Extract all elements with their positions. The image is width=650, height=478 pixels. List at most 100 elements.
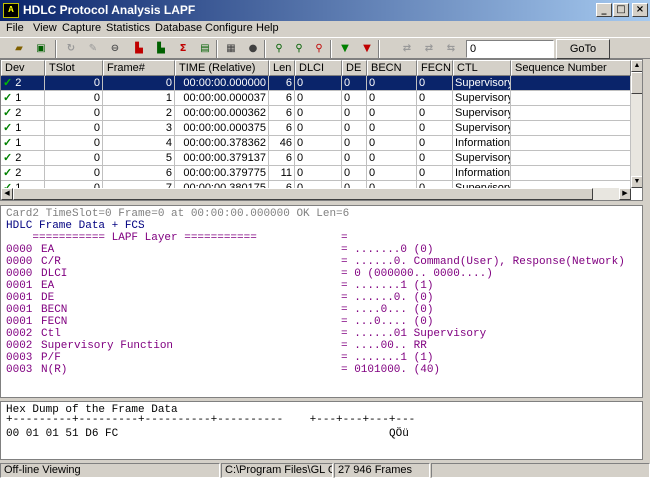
stop-icon[interactable]: ⊖ — [104, 40, 126, 58]
filter-set-icon[interactable]: ▼ — [334, 40, 356, 58]
tools-icon[interactable]: ✎ — [82, 40, 104, 58]
cell-de: 0 — [342, 76, 367, 91]
save-icon[interactable]: ▤ — [194, 40, 216, 58]
decode-field-name[interactable]: DE — [41, 292, 54, 304]
cell-dev: ✓ 2 — [1, 106, 45, 121]
table-row[interactable]: ✓ 2 0 2 00:00:00.000362 6 0 0 0 0 Supervisory — [1, 106, 631, 121]
decode-field-name[interactable]: EA — [41, 280, 54, 292]
goto-button[interactable]: GoTo — [556, 39, 610, 59]
decode-field-name[interactable]: N(R) — [41, 364, 67, 376]
filter-clear-icon[interactable]: ▼ — [356, 40, 378, 58]
app-icon: A — [3, 3, 19, 18]
status-ok-icon: ✓ — [3, 122, 16, 134]
cell-fecn: 0 — [417, 106, 453, 121]
menu-configure[interactable]: Configure — [205, 22, 253, 34]
col-frame[interactable]: Frame# — [103, 60, 175, 76]
open-folder-icon[interactable]: ▰ — [8, 40, 30, 58]
cell-tslot: 0 — [45, 181, 103, 188]
cell-tslot: 0 — [45, 151, 103, 166]
cell-dev: ✓ 2 — [1, 151, 45, 166]
decode-field-name[interactable]: Ctl — [41, 328, 61, 340]
menu-database[interactable]: Database — [155, 22, 202, 34]
scroll-left-icon[interactable]: ◀ — [1, 188, 13, 200]
col-dlci[interactable]: DLCI — [295, 60, 342, 76]
search-prev-icon[interactable]: ⚲ — [308, 40, 330, 58]
cell-ctl: Supervisory — [453, 91, 511, 106]
table-row[interactable]: ✓ 2 0 6 00:00:00.379775 11 0 0 0 0 Information — [1, 166, 631, 181]
decode-field-name[interactable]: C/R — [41, 256, 61, 268]
cell-len: 6 — [269, 106, 295, 121]
search-binoculars-icon[interactable]: ⚲ — [268, 40, 290, 58]
menu-bar: File View Capture Statistics Database Co… — [0, 21, 650, 37]
cell-frame: 7 — [103, 181, 175, 188]
cell-time: 00:00:00.378362 — [175, 136, 269, 151]
col-fecn[interactable]: FECN — [417, 60, 453, 76]
cell-fecn: 0 — [417, 181, 453, 188]
table-row[interactable]: ✓ 2 0 5 00:00:00.379137 6 0 0 0 0 Supervisory — [1, 151, 631, 166]
table-row[interactable]: ✓ 1 0 3 00:00:00.000375 6 0 0 0 0 Supervisory — [1, 121, 631, 136]
cell-fecn: 0 — [417, 91, 453, 106]
decode-field-name[interactable]: EA — [41, 244, 54, 256]
close-button[interactable]: × — [632, 3, 648, 17]
cell-ctl: Supervisory — [453, 121, 511, 136]
decode-field-value: = .......1 (1) — [341, 352, 434, 364]
cell-de: 0 — [342, 106, 367, 121]
refresh-icon[interactable]: ↻ — [60, 40, 82, 58]
decode-c-icon[interactable]: ⇄ — [396, 40, 418, 58]
cell-tslot: 0 — [45, 166, 103, 181]
capture-red-icon[interactable]: ▙ — [128, 40, 150, 58]
table-row[interactable]: ✓ 2 0 0 00:00:00.000000 6 0 0 0 0 Supervisory — [1, 76, 631, 91]
menu-capture[interactable]: Capture — [62, 22, 101, 34]
decode-field-name[interactable]: BECN — [41, 304, 67, 316]
maximize-button[interactable]: □ — [613, 3, 629, 17]
cell-frame: 0 — [103, 76, 175, 91]
decode-field-name[interactable]: DLCI — [41, 268, 67, 280]
scroll-thumb-horizontal[interactable] — [13, 188, 593, 200]
table-row[interactable]: ✓ 1 0 1 00:00:00.000037 6 0 0 0 0 Supervisory — [1, 91, 631, 106]
scroll-up-icon[interactable]: ▲ — [631, 60, 642, 72]
grid-horizontal-scrollbar[interactable]: ◀ ▶ — [1, 188, 631, 200]
col-sequence[interactable]: Sequence Number — [511, 60, 631, 76]
col-time[interactable]: TIME (Relative) — [175, 60, 269, 76]
cell-ctl: Supervisory — [453, 106, 511, 121]
decode-field-name[interactable]: P/F — [41, 352, 61, 364]
cell-time: 00:00:00.379775 — [175, 166, 269, 181]
minimize-button[interactable]: _ — [596, 3, 612, 17]
grid-body: ✓ 2 0 0 00:00:00.000000 6 0 0 0 0 Supervisory ✓ 10… — [1, 76, 631, 188]
scroll-down-icon[interactable]: ▼ — [631, 176, 642, 188]
decode-field-name[interactable]: Supervisory Function — [41, 340, 173, 352]
toolbar-separator — [55, 40, 57, 58]
decode-field-offset: 0001 — [6, 316, 33, 328]
col-dev[interactable]: Dev — [1, 60, 45, 76]
cell-sequence — [511, 121, 631, 136]
search-next-icon[interactable]: ⚲ — [288, 40, 310, 58]
menu-help[interactable]: Help — [256, 22, 279, 34]
table-row[interactable]: ✓ 1 0 4 00:00:00.378362 46 0 0 0 0 Information — [1, 136, 631, 151]
record-icon[interactable]: ● — [242, 40, 264, 58]
capture-sum-icon[interactable]: Σ — [172, 40, 194, 58]
col-becn[interactable]: BECN — [367, 60, 417, 76]
capture-green-icon[interactable]: ▙ — [150, 40, 172, 58]
col-ctl[interactable]: CTL — [453, 60, 511, 76]
title-bar: A HDLC Protocol Analysis LAPF _ □ × — [0, 0, 650, 21]
menu-file[interactable]: File — [6, 22, 24, 34]
cell-de: 0 — [342, 166, 367, 181]
open-capture-icon[interactable]: ▣ — [30, 40, 52, 58]
scroll-thumb[interactable] — [631, 72, 642, 94]
grid-vertical-scrollbar[interactable]: ▲ ▼ — [631, 60, 642, 188]
table-row[interactable]: ✓ 1 0 7 00:00:00.380175 6 0 0 0 0 Supervisory — [1, 181, 631, 188]
menu-statistics[interactable]: Statistics — [106, 22, 150, 34]
status-frame-count: 27 946 Frames — [334, 463, 430, 478]
pdu-icon[interactable]: ⇆ — [440, 40, 462, 58]
decode-field-value: = ......0. (0) — [341, 292, 434, 304]
col-len[interactable]: Len — [269, 60, 295, 76]
scroll-right-icon[interactable]: ▶ — [619, 188, 631, 200]
decode-field-name[interactable]: FECN — [41, 316, 67, 328]
col-de[interactable]: DE — [342, 60, 367, 76]
decode-s-icon[interactable]: ⇄ — [418, 40, 440, 58]
col-tslot[interactable]: TSlot — [45, 60, 103, 76]
cell-len: 6 — [269, 91, 295, 106]
menu-view[interactable]: View — [33, 22, 57, 34]
frame-number-input[interactable] — [466, 40, 554, 58]
grid-view-icon[interactable]: ▦ — [220, 40, 242, 58]
